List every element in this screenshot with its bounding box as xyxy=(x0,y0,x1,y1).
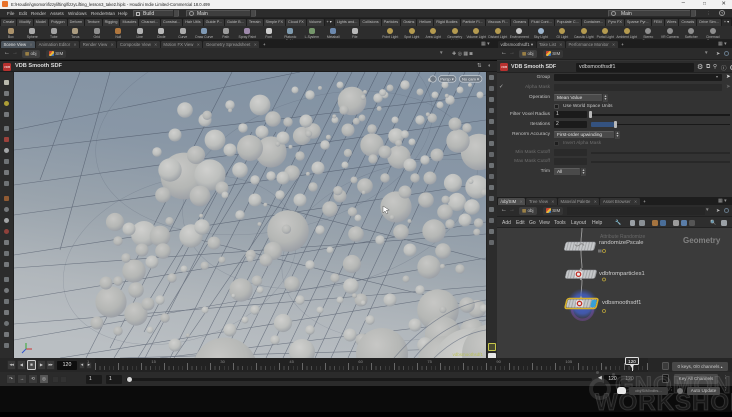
svg-text:Persp ▾: Persp ▾ xyxy=(440,77,454,82)
svg-text:vdbsmoothsdf1: vdbsmoothsdf1 xyxy=(452,352,483,357)
